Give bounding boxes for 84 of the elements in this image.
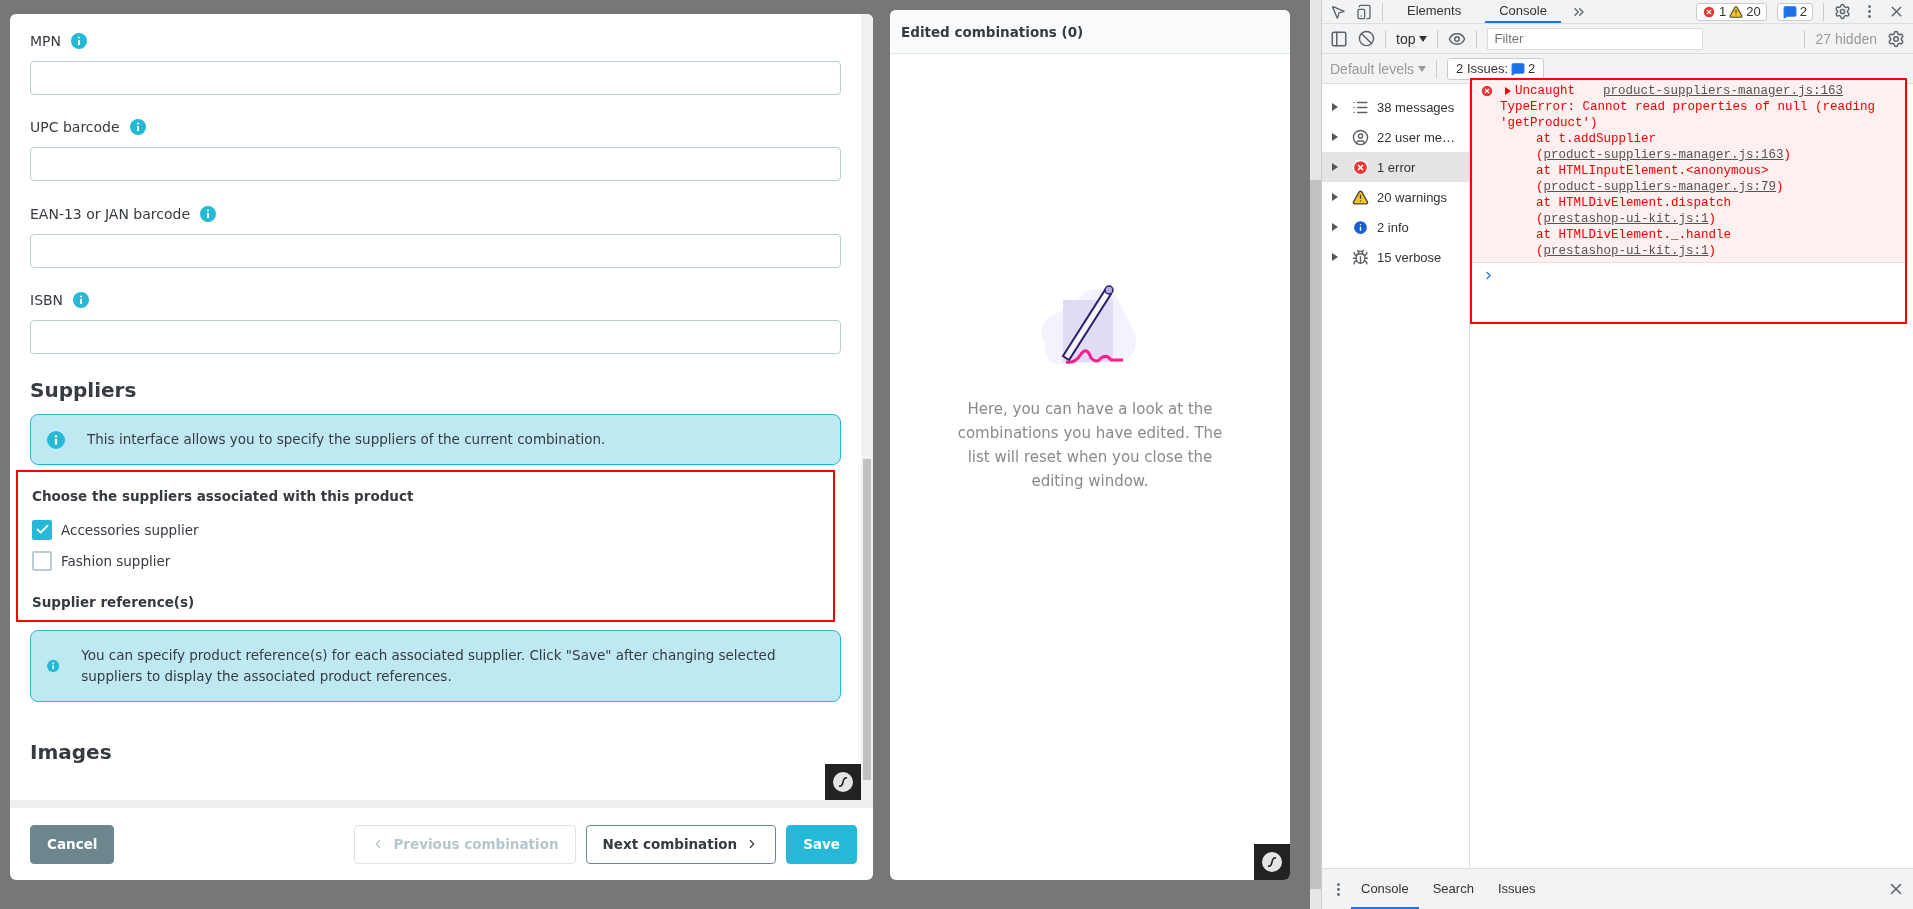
source-link[interactable]: product-suppliers-manager.js:163: [1543, 148, 1784, 162]
issues-count: 2: [1528, 61, 1536, 76]
check-icon: [34, 522, 50, 537]
info-icon: [47, 657, 60, 675]
info-icon: [200, 205, 217, 222]
error-text: TypeError: Cannot read properties of null (reading 'getProduct'): [1500, 99, 1877, 131]
symfony-toolbar-icon[interactable]: [825, 764, 861, 800]
hidden-count: 27 hidden: [1815, 30, 1877, 47]
cancel-button[interactable]: Cancel: [30, 824, 115, 864]
error-icon: [1352, 158, 1369, 176]
device-icon[interactable]: [1356, 3, 1372, 20]
issues-label: 2 Issues:: [1456, 61, 1509, 76]
sidebar-toggle-icon[interactable]: [1330, 29, 1348, 48]
drawer-tab[interactable]: Console: [1351, 869, 1419, 909]
message-icon: [1511, 61, 1526, 76]
filter-field[interactable]: Filter: [1487, 27, 1704, 50]
input-field[interactable]: [30, 147, 841, 181]
clear-icon[interactable]: [1358, 30, 1375, 47]
info-icon: [129, 119, 146, 136]
settings-icon[interactable]: [1887, 29, 1905, 48]
source-link[interactable]: prestashop-ui-kit.js:1: [1543, 244, 1709, 258]
info-icon: [73, 292, 90, 309]
section-title: Images: [30, 740, 113, 764]
caret-icon: [1418, 64, 1427, 73]
warning-icon: [1352, 188, 1369, 206]
input-field[interactable]: [30, 320, 841, 354]
source-link[interactable]: product-suppliers-manager.js:79: [1543, 180, 1777, 194]
drawer-tab[interactable]: Issues: [1487, 869, 1546, 909]
issues-button[interactable]: 2 Issues: 2: [1447, 57, 1545, 80]
checkbox[interactable]: [32, 550, 52, 571]
console-filter-item[interactable]: 2 info: [1322, 212, 1469, 242]
info-icon: [1352, 218, 1369, 236]
alert-text: You can specify product reference(s) for each associated supplier. Click "Save" after changing selected suppliers to display the associated product references.: [81, 646, 777, 686]
section-title: Suppliers: [30, 378, 138, 402]
drawer-tab[interactable]: Search: [1422, 869, 1484, 909]
bug-icon: [1352, 248, 1369, 266]
warning-icon: [1729, 4, 1744, 19]
inspect-icon[interactable]: [1330, 3, 1346, 20]
alert-text: This interface allows you to specify the suppliers of the current combination.: [87, 430, 606, 449]
field-label: MPN: [30, 32, 61, 49]
console-filter-item[interactable]: 38 messages: [1322, 92, 1469, 122]
input-field[interactable]: [30, 233, 841, 268]
stack-frame: at t.addSupplier (product-suppliers-manager.js:163): [1500, 131, 1897, 163]
issues-counter[interactable]: 2: [1776, 2, 1813, 21]
info-icon: [47, 430, 65, 449]
group-label: Choose the suppliers associated with this product: [32, 488, 415, 504]
devtools-tab[interactable]: Elements: [1393, 0, 1476, 23]
symfony-toolbar-icon[interactable]: [1254, 844, 1290, 880]
info-icon: [71, 32, 87, 49]
checkbox[interactable]: [32, 519, 52, 540]
error-title[interactable]: Uncaught: [1500, 83, 1575, 99]
empty-state-text: Here, you can have a look at the combinations you have edited. The list will reset when you close the editing window.: [956, 399, 1224, 492]
checkbox-label: Fashion supplier: [61, 552, 171, 569]
field-label: ISBN: [30, 292, 64, 309]
error-warning-counter[interactable]: 1 20: [1696, 2, 1767, 21]
console-filter-item[interactable]: 20 warnings: [1322, 182, 1469, 212]
user-icon: [1352, 128, 1369, 146]
next-button[interactable]: Next combination: [585, 824, 777, 864]
issues-count: 2: [1799, 4, 1807, 19]
error-icon: [1480, 84, 1494, 98]
source-link[interactable]: prestashop-ui-kit.js:1: [1543, 212, 1709, 226]
stack-frame: at HTMLDivElement._.handle (prestashop-ui-kit.js:1): [1500, 227, 1897, 259]
console-filter-item[interactable]: 15 verbose: [1322, 242, 1469, 272]
error-icon: [1702, 4, 1717, 19]
panel-title: Edited combinations (0): [890, 10, 1290, 54]
input-field[interactable]: [30, 60, 841, 95]
source-link[interactable]: product-suppliers-manager.js:163: [1603, 83, 1844, 99]
page-scrollbar[interactable]: [1310, 0, 1322, 909]
settings-icon[interactable]: [1834, 3, 1851, 20]
warning-count: 20: [1746, 4, 1761, 19]
field-label: UPC barcode: [30, 119, 120, 136]
stack-frame: at HTMLDivElement.dispatch (prestashop-ui-kit.js:1): [1500, 195, 1897, 227]
field-label: EAN-13 or JAN barcode: [30, 205, 191, 222]
context-selector[interactable]: top: [1396, 30, 1428, 47]
console-filter-item[interactable]: 1 error: [1322, 152, 1469, 182]
checkbox-label: Accessories supplier: [61, 521, 199, 538]
scrollbar[interactable]: [861, 14, 873, 800]
stack-frame: at HTMLInputElement.<anonymous> (product-suppliers-manager.js:79): [1500, 163, 1897, 195]
error-count: 1: [1719, 4, 1727, 19]
caret-icon: [1419, 34, 1428, 43]
expand-icon: [1504, 87, 1512, 95]
group-label: Supplier reference(s): [32, 594, 196, 610]
console-filter-item[interactable]: 22 user me…: [1322, 122, 1469, 152]
message-icon: [1782, 4, 1797, 19]
